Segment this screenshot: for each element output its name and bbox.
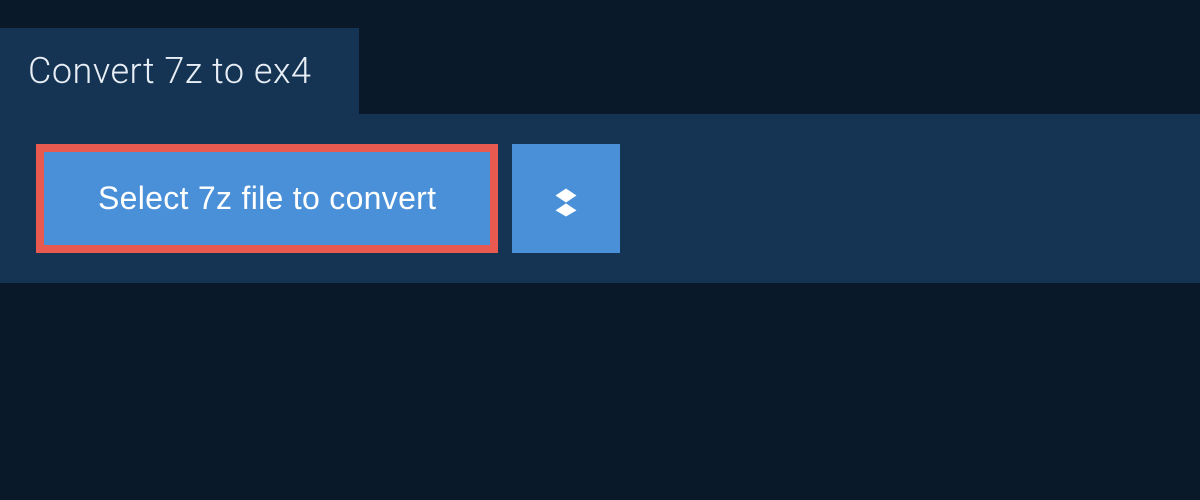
- dropbox-icon: [545, 178, 587, 220]
- dropbox-button[interactable]: [512, 144, 620, 253]
- button-group: Select 7z file to convert: [36, 144, 1164, 253]
- page-title: Convert 7z to ex4: [28, 50, 311, 92]
- content-panel: Select 7z file to convert: [0, 114, 1200, 283]
- select-file-button[interactable]: Select 7z file to convert: [36, 144, 498, 253]
- select-file-label: Select 7z file to convert: [98, 180, 436, 217]
- header-tab: Convert 7z to ex4: [0, 28, 359, 114]
